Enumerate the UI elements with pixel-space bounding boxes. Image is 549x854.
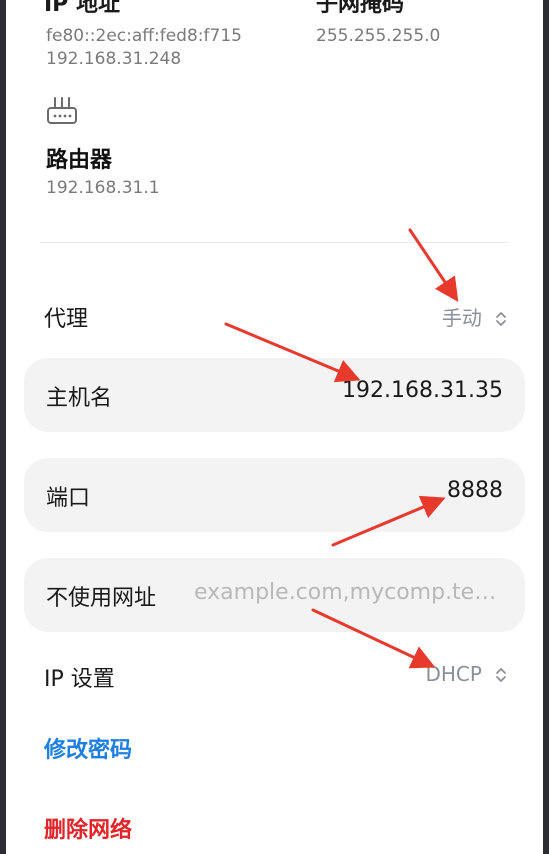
router-ip-value: 192.168.31.1 bbox=[46, 178, 160, 198]
bypass-input[interactable]: example.com,mycomp.test.com bbox=[194, 580, 507, 605]
chevron-updown-icon bbox=[495, 666, 507, 688]
section-divider bbox=[40, 242, 510, 243]
hostname-field[interactable]: 主机名 192.168.31.35 bbox=[24, 358, 525, 432]
wifi-details-sheet: IP 地址 子网掩码 fe80::2ec:aff:fed8:f715 192.1… bbox=[6, 0, 543, 854]
hostname-input[interactable]: 192.168.31.35 bbox=[342, 378, 503, 403]
port-field[interactable]: 端口 8888 bbox=[24, 458, 525, 532]
chevron-updown-icon bbox=[495, 310, 507, 332]
ip-settings-label: IP 设置 bbox=[44, 667, 115, 692]
bypass-label: 不使用网址 bbox=[46, 586, 157, 611]
delete-network-button[interactable]: 删除网络 bbox=[44, 812, 132, 844]
ip-settings-row[interactable]: IP 设置 DHCP bbox=[24, 644, 525, 704]
ip-settings-value: DHCP bbox=[425, 662, 482, 686]
ip-address-label: IP 地址 bbox=[44, 0, 120, 17]
proxy-label: 代理 bbox=[44, 307, 89, 332]
router-icon bbox=[46, 96, 78, 126]
ipv6-value: fe80::2ec:aff:fed8:f715 bbox=[46, 26, 242, 46]
hostname-label: 主机名 bbox=[46, 386, 113, 411]
subnet-mask-label: 子网掩码 bbox=[316, 0, 405, 17]
proxy-row[interactable]: 代理 手动 bbox=[24, 284, 525, 344]
port-label: 端口 bbox=[46, 486, 91, 511]
router-title: 路由器 bbox=[46, 148, 113, 173]
proxy-value: 手动 bbox=[441, 306, 482, 330]
background-edge-right bbox=[543, 0, 549, 854]
port-input[interactable]: 8888 bbox=[447, 478, 503, 503]
subnet-mask-value: 255.255.255.0 bbox=[316, 26, 441, 46]
ipv4-value: 192.168.31.248 bbox=[46, 49, 182, 69]
proxy-selector[interactable]: 手动 bbox=[442, 302, 507, 332]
bypass-field[interactable]: 不使用网址 example.com,mycomp.test.com bbox=[24, 558, 525, 632]
ip-settings-selector[interactable]: DHCP bbox=[425, 662, 507, 688]
change-password-button[interactable]: 修改密码 bbox=[44, 732, 132, 764]
